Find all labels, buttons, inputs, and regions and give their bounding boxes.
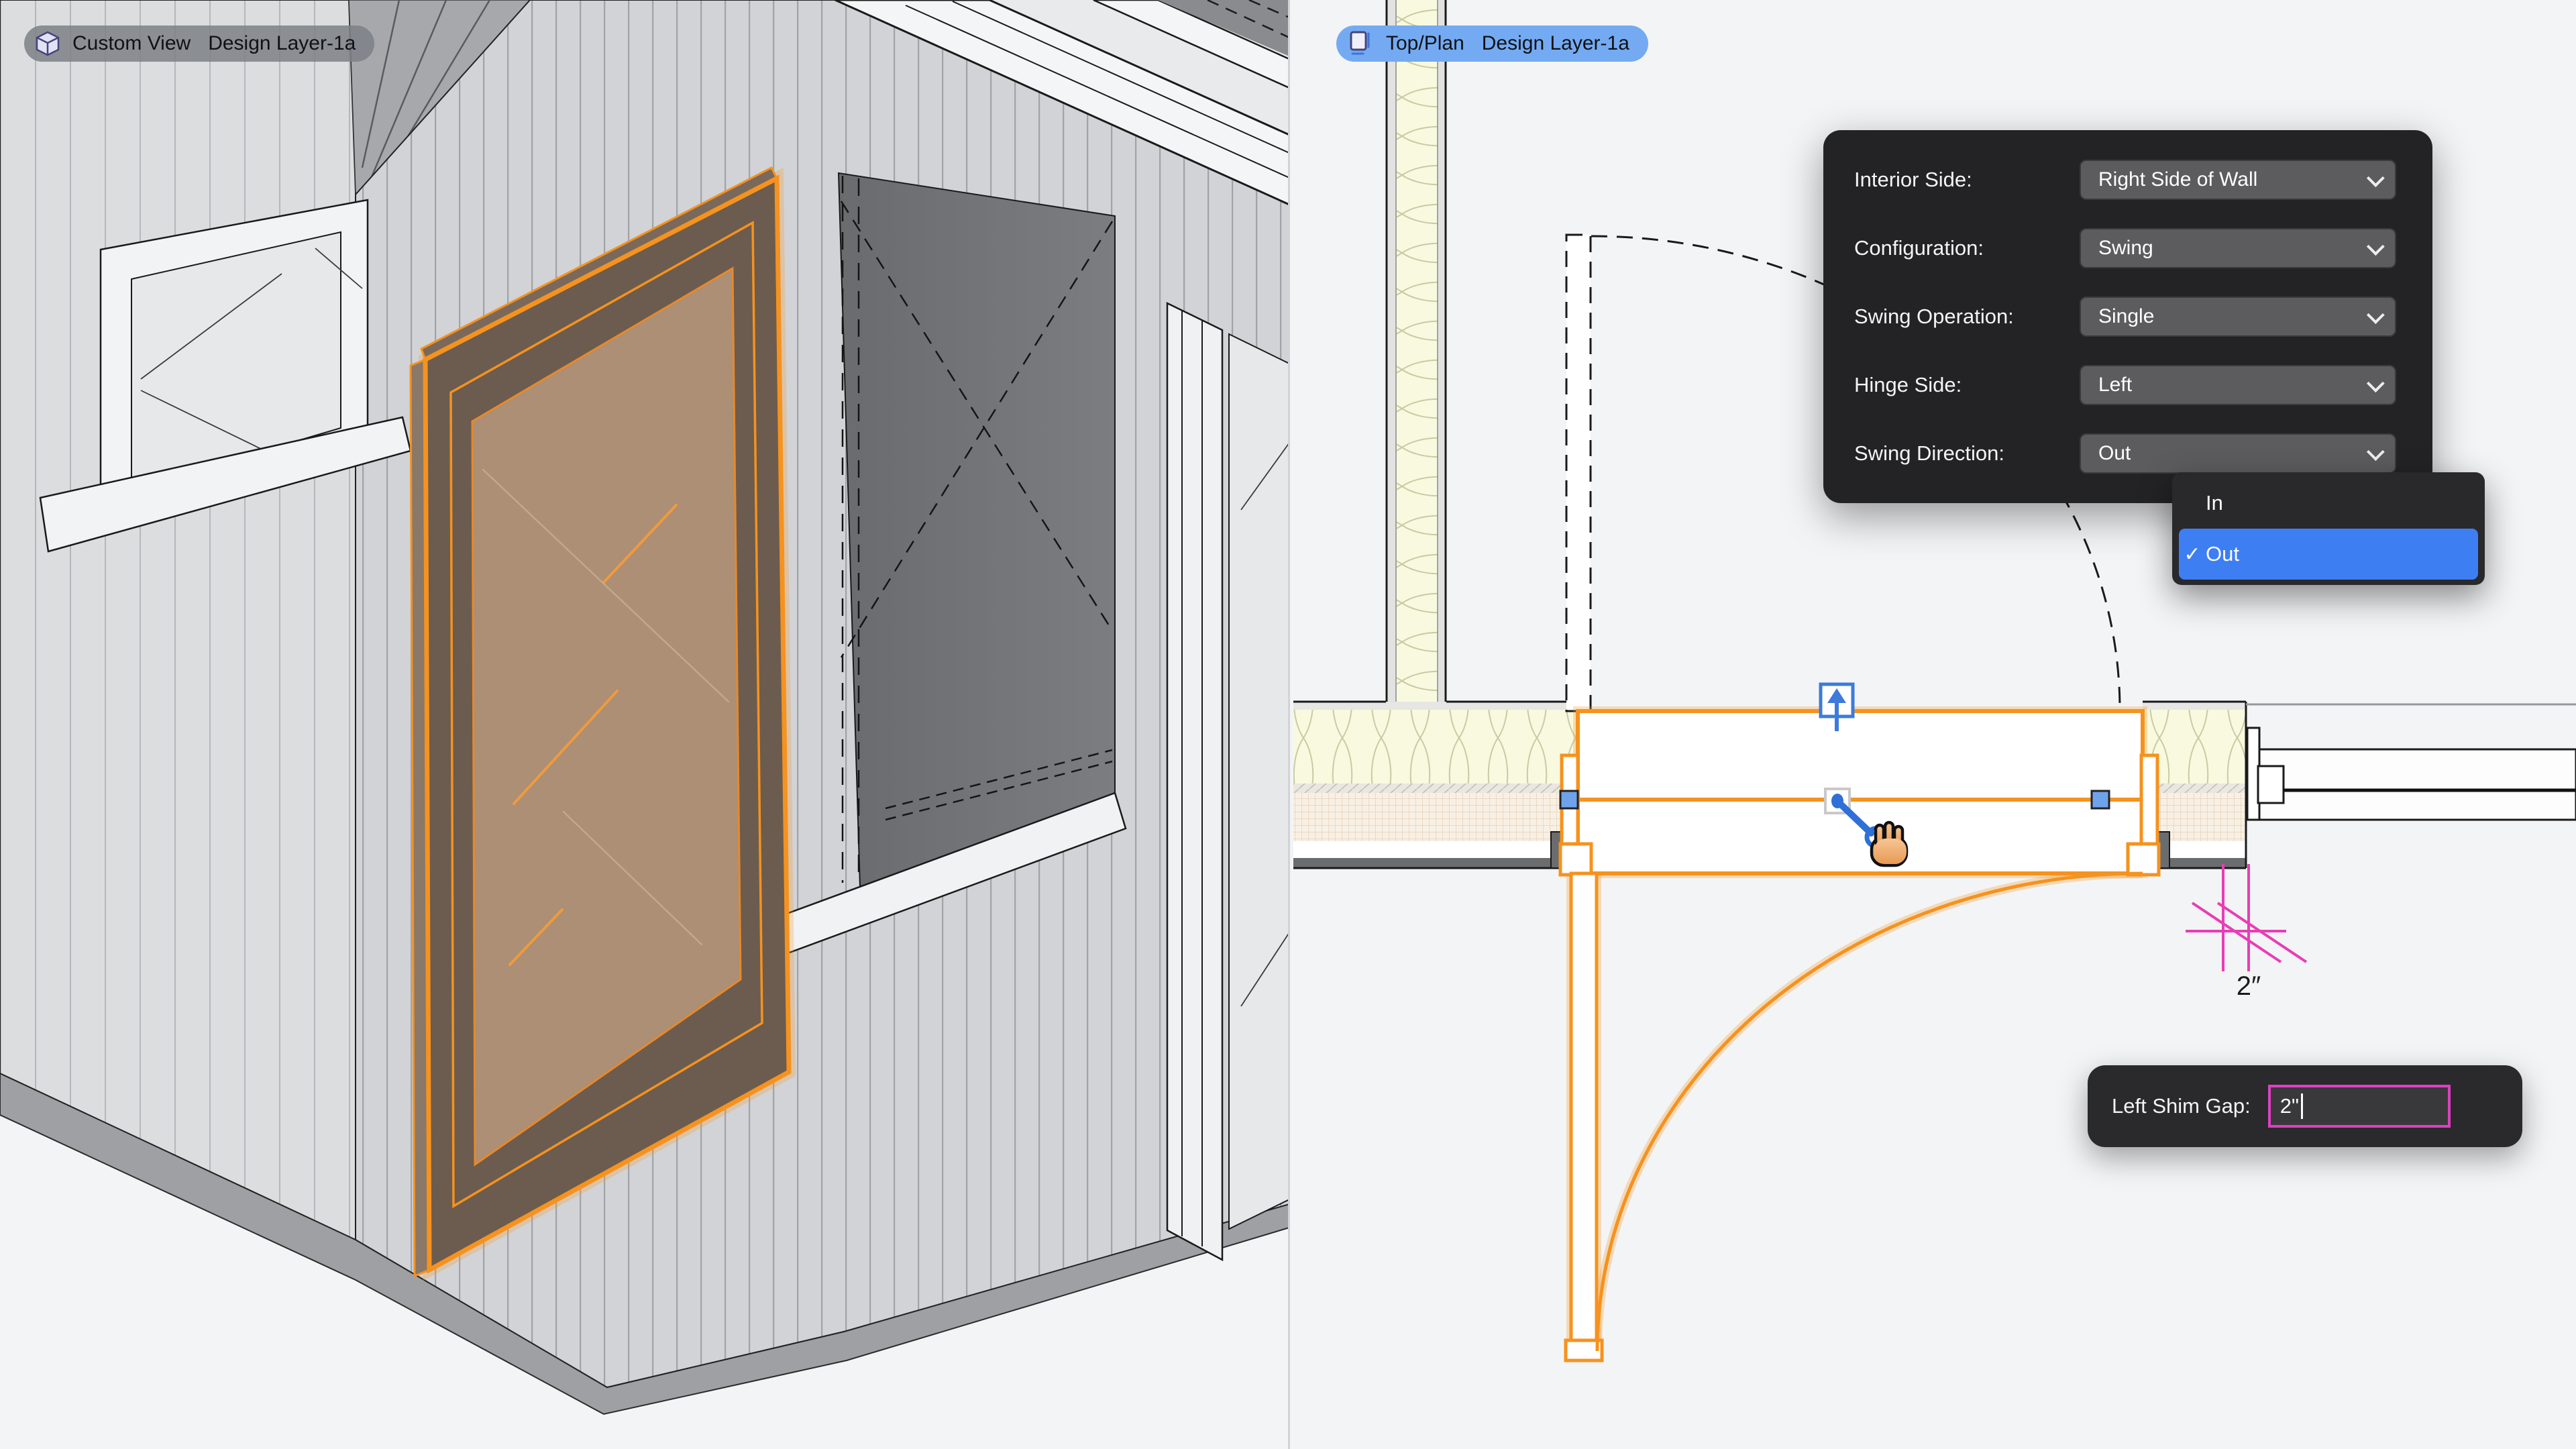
- shim-gap-panel: Left Shim Gap: 2": [2088, 1065, 2522, 1147]
- selected-door-3d[interactable]: [409, 166, 796, 1281]
- right-window-strip: [1166, 301, 1290, 1262]
- swing-operation-label: Swing Operation:: [1854, 305, 2014, 328]
- view-name: Custom View: [72, 32, 191, 54]
- settings-row: Swing Direction: Out: [1823, 433, 2432, 474]
- resize-handle-right[interactable]: [2090, 790, 2110, 810]
- hinge-side-label: Hinge Side:: [1854, 373, 1962, 396]
- swing-direction-label: Swing Direction:: [1854, 441, 2004, 465]
- menu-item-in[interactable]: In: [2179, 478, 2478, 529]
- adjacent-door-hinge: [2257, 765, 2285, 804]
- hinge-side-select[interactable]: Left: [2080, 365, 2396, 405]
- settings-row: Swing Operation: Single: [1823, 297, 2432, 337]
- grab-hand-cursor: [1870, 820, 1909, 867]
- left-shim-gap-input[interactable]: 2": [2267, 1085, 2451, 1128]
- layer-name: Design Layer-1a: [208, 32, 356, 54]
- text-caret: [2301, 1093, 2304, 1119]
- chevron-down-icon: [2366, 305, 2385, 324]
- chevron-down-icon: [2366, 374, 2385, 392]
- chevron-down-icon: [2366, 237, 2385, 256]
- menu-item-out[interactable]: ✓ Out: [2179, 529, 2478, 580]
- door-leaf-open: [1569, 871, 1599, 1345]
- plan-wall-vertical: [1385, 0, 1447, 706]
- settings-row: Hinge Side: Left: [1823, 365, 2432, 405]
- configuration-select[interactable]: Swing: [2080, 228, 2396, 268]
- settings-row: Interior Side: Right Side of Wall: [1823, 160, 2432, 200]
- plan-wall-left-segment: [1293, 700, 1578, 869]
- door-corner-right: [2126, 842, 2161, 877]
- chevron-down-icon: [2366, 168, 2385, 187]
- configuration-label: Configuration:: [1854, 236, 1984, 260]
- swing-operation-select[interactable]: Single: [2080, 297, 2396, 337]
- cube-icon: [36, 31, 60, 56]
- door-settings-panel: Interior Side: Right Side of Wall Config…: [1823, 130, 2432, 503]
- left-wall-siding: [0, 0, 356, 1241]
- left-shim-gap-label: Left Shim Gap:: [2112, 1094, 2251, 1118]
- plan-view-icon: [1350, 31, 1370, 55]
- checkmark-icon: ✓: [2184, 543, 2201, 566]
- pane-divider: [1288, 0, 1290, 1449]
- adjacent-door-leaf: [2258, 748, 2576, 821]
- view-3d-custom: [0, 0, 1291, 1449]
- layer-name: Design Layer-1a: [1481, 32, 1629, 54]
- door-corner-left: [1558, 842, 1593, 877]
- interior-side-label: Interior Side:: [1854, 168, 1972, 191]
- swing-direction-menu: In ✓ Out: [2172, 472, 2485, 585]
- view-badge-top-plan[interactable]: Top/Plan Design Layer-1a: [1336, 25, 1648, 62]
- chevron-down-icon: [2366, 442, 2385, 461]
- door-opening-interior: [837, 172, 1116, 888]
- settings-row: Configuration: Swing: [1823, 228, 2432, 268]
- app-canvas: Custom View Design Layer-1a Top/Plan Des…: [0, 0, 2576, 1449]
- resize-handle-left[interactable]: [1559, 790, 1579, 810]
- door-jamb-right: [2139, 753, 2159, 847]
- interior-side-select[interactable]: Right Side of Wall: [2080, 160, 2396, 200]
- shim-gap-value: 2": [2279, 1094, 2300, 1118]
- swing-direction-select[interactable]: Out: [2080, 433, 2396, 474]
- view-badge-custom-view[interactable]: Custom View Design Layer-1a: [24, 25, 375, 62]
- door-rough-opening: [1576, 709, 2145, 875]
- shim-gap-dimension-label: 2″: [2236, 971, 2261, 1001]
- view-name: Top/Plan: [1386, 32, 1464, 54]
